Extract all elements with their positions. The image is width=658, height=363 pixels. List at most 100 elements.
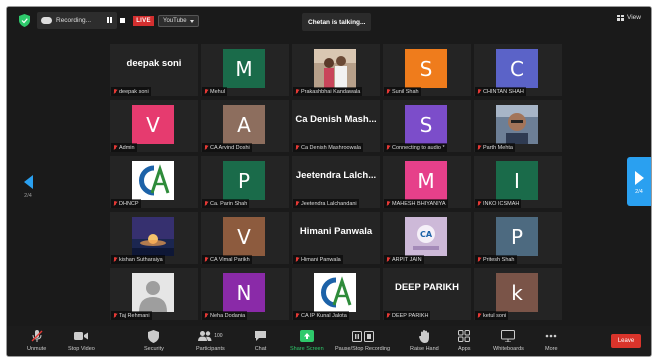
mic-muted-icon: [204, 88, 208, 95]
participant-tile[interactable]: k ketul soni: [474, 268, 562, 320]
ca-badge-photo: CA: [405, 217, 447, 256]
mic-muted-icon: [113, 88, 117, 95]
share-screen-icon: [299, 330, 314, 342]
security-button[interactable]: Security: [144, 329, 164, 352]
participant-avatar: k: [496, 273, 538, 312]
mic-muted-icon: [386, 200, 390, 207]
view-button[interactable]: View: [617, 14, 641, 21]
participant-tile[interactable]: S Connecting to audio *: [383, 100, 471, 152]
share-screen-button[interactable]: Share Screen: [290, 329, 324, 352]
pause-recording-button[interactable]: [105, 15, 114, 25]
participants-count: 100: [214, 333, 223, 339]
participant-name: ARPIT JAIN: [392, 256, 422, 263]
participant-name: Ca Denish Mashroowala: [301, 144, 361, 151]
participant-display-name: Ca Denish Mash...: [295, 114, 377, 125]
participant-tile[interactable]: V Admin: [110, 100, 198, 152]
couple-photo: [314, 49, 356, 88]
video-camera-icon: [74, 332, 89, 340]
mic-muted-icon: [113, 200, 117, 207]
participant-avatar: N: [223, 273, 265, 312]
participant-tile[interactable]: N Neha Dodania: [201, 268, 289, 320]
stop-icon: [120, 17, 125, 23]
share-screen-label: Share Screen: [290, 346, 324, 352]
user-silhouette: [132, 273, 174, 312]
participant-name: Taj Rehmani: [119, 312, 150, 319]
mic-muted-icon: [386, 256, 390, 263]
participant-tile[interactable]: A CA Arvind Doshi: [201, 100, 289, 152]
participant-tile[interactable]: M Mehul: [201, 44, 289, 96]
participant-name-label: Neha Dodania: [202, 311, 248, 320]
participant-tile[interactable]: Prakashbhai Kandawala: [292, 44, 380, 96]
participant-tile[interactable]: CA IP Kunal Jalota: [292, 268, 380, 320]
participant-tile[interactable]: CA ARPIT JAIN: [383, 212, 471, 264]
security-shield-icon[interactable]: [19, 14, 30, 27]
participant-tile[interactable]: Jeetendra Lalch... Jeetendra Lalchandani: [292, 156, 380, 208]
participant-tile[interactable]: P Ca. Parin Shah: [201, 156, 289, 208]
participant-display-name: DEEP PARIKH: [394, 282, 460, 293]
participant-name: CA Vimal Parikh: [210, 256, 250, 263]
participants-button[interactable]: 100 Participants: [196, 329, 225, 352]
participant-name: CHINTAN SHAH: [483, 88, 524, 95]
participant-tile[interactable]: Himani Panwala Himani Panwala: [292, 212, 380, 264]
unmute-label: Unmute: [27, 346, 47, 352]
participant-avatar: P: [223, 161, 265, 200]
recording-label: Recording...: [56, 17, 92, 24]
participant-tile[interactable]: DHNCP: [110, 156, 198, 208]
whiteboards-button[interactable]: Whiteboards: [493, 329, 524, 352]
participant-tile[interactable]: DEEP PARIKH DEEP PARIKH: [383, 268, 471, 320]
participant-tile[interactable]: Ca Denish Mash... Ca Denish Mashroowala: [292, 100, 380, 152]
stop-recording-button[interactable]: [118, 15, 127, 25]
live-platform-dropdown[interactable]: YouTube: [158, 15, 199, 27]
more-icon: [545, 334, 557, 338]
participant-name: Mehul: [210, 88, 225, 95]
meeting-toolbar: Unmute Stop Video Security 100 Participa…: [7, 326, 651, 356]
participant-grid: deepak soni deepak soni M Mehul Prakashbhai …: [110, 44, 562, 320]
participant-name-label: ARPIT JAIN: [384, 255, 424, 264]
participant-tile[interactable]: kishan Sutharaiya: [110, 212, 198, 264]
participant-name-label: CA Arvind Doshi: [202, 143, 252, 152]
participant-name-label: DEEP PARIKH: [384, 311, 431, 320]
participant-name-label: Ca. Parin Shah: [202, 199, 250, 208]
participant-name-label: CA Vimal Parikh: [202, 255, 252, 264]
stop-video-button[interactable]: Stop Video: [68, 329, 95, 352]
participant-tile[interactable]: V CA Vimal Parikh: [201, 212, 289, 264]
participant-tile[interactable]: Taj Rehmani: [110, 268, 198, 320]
participant-tile[interactable]: M MAHESH BHIYANIYA: [383, 156, 471, 208]
participant-avatar: C: [496, 49, 538, 88]
next-page-button[interactable]: 2/4: [627, 157, 651, 206]
more-label: More: [545, 346, 558, 352]
participant-tile[interactable]: I INKO ICSMAH: [474, 156, 562, 208]
raise-hand-button[interactable]: Raise Hand: [410, 329, 439, 352]
previous-page-button[interactable]: 2/4: [21, 175, 35, 199]
more-button[interactable]: More: [545, 329, 558, 352]
participant-avatar: M: [405, 161, 447, 200]
mic-muted-icon: [386, 312, 390, 319]
pause-stop-icon: [351, 330, 374, 342]
chat-icon: [255, 331, 266, 341]
apps-icon: [458, 330, 471, 342]
participant-name: Prakashbhai Kandawala: [301, 88, 361, 95]
raise-hand-icon: [418, 329, 429, 343]
mic-muted-icon: [204, 200, 208, 207]
participant-tile[interactable]: S Sunil Shah: [383, 44, 471, 96]
page-indicator-right: 2/4: [635, 189, 643, 195]
participant-tile[interactable]: deepak soni deepak soni: [110, 44, 198, 96]
mic-muted-icon: [113, 312, 117, 319]
apps-button[interactable]: Apps: [458, 329, 471, 352]
participant-name-label: Prakashbhai Kandawala: [293, 87, 363, 96]
arrow-right-icon: [634, 171, 644, 185]
participant-tile[interactable]: C CHINTAN SHAH: [474, 44, 562, 96]
mic-muted-icon: [295, 200, 299, 207]
participant-name: Admin: [119, 144, 135, 151]
pause-stop-recording-button[interactable]: Pause/Stop Recording: [335, 329, 390, 352]
chat-button[interactable]: Chat: [254, 329, 267, 352]
participant-tile[interactable]: Parth Mehta: [474, 100, 562, 152]
leave-button[interactable]: Leave: [611, 334, 641, 348]
unmute-button[interactable]: Unmute: [27, 329, 46, 352]
participant-tile[interactable]: P Pritesh Shah: [474, 212, 562, 264]
mic-muted-icon: [295, 144, 299, 151]
top-bar: Recording... LIVE YouTube Chetan is talk…: [7, 7, 651, 35]
participant-avatar: V: [223, 217, 265, 256]
participant-name: Pritesh Shah: [483, 256, 515, 263]
participant-name: DEEP PARIKH: [392, 312, 429, 319]
